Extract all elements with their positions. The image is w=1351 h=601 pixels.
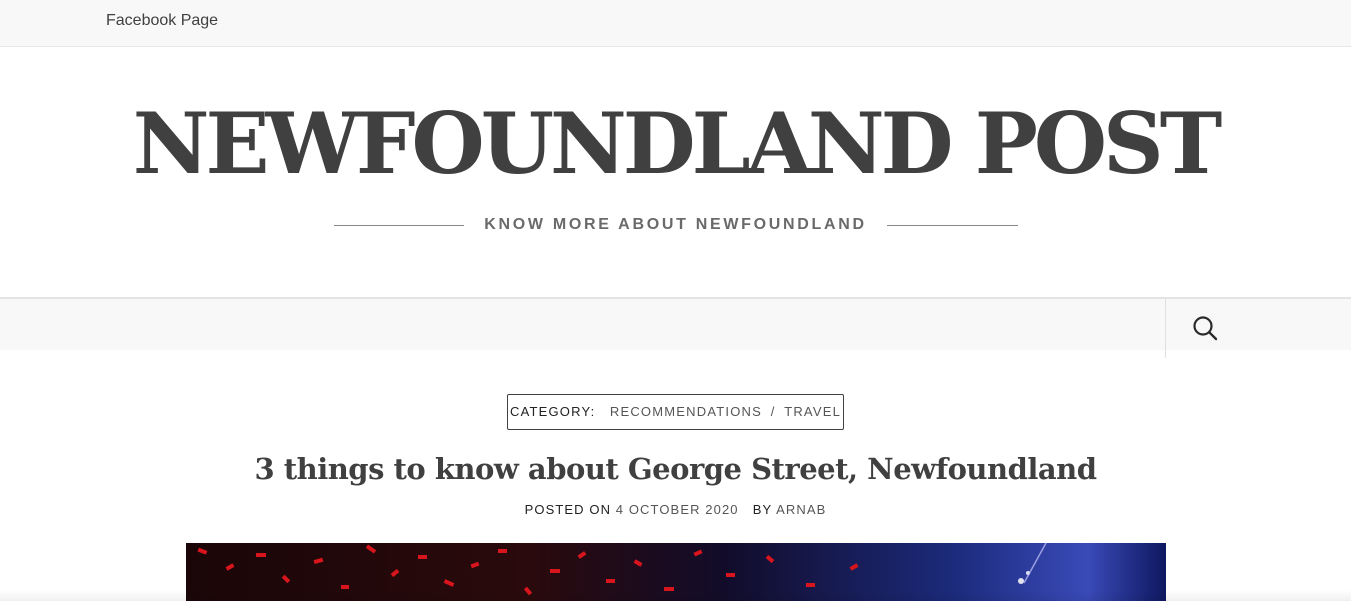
category-box: CATEGORY: RECOMMENDATIONS / TRAVEL	[507, 394, 844, 430]
search-icon	[1193, 316, 1218, 341]
featured-image[interactable]	[186, 543, 1166, 601]
posted-on-label: POSTED ON	[524, 502, 612, 517]
nav-divider	[1165, 298, 1166, 358]
post-meta: POSTED ON 4 OCTOBER 2020 BY ARNAB	[0, 502, 1351, 517]
search-button[interactable]	[1190, 313, 1220, 343]
featured-image-confetti	[197, 543, 1047, 596]
by-label: BY	[752, 502, 773, 517]
site-tagline: KNOW MORE ABOUT NEWFOUNDLAND	[484, 216, 867, 233]
main-navigation-bar	[0, 297, 1351, 350]
category-separator: /	[770, 404, 776, 419]
facebook-page-link[interactable]: Facebook Page	[106, 12, 218, 30]
tagline-divider-left	[334, 225, 464, 226]
post-date-link[interactable]: 4 OCTOBER 2020	[616, 502, 739, 517]
tagline-row: KNOW MORE ABOUT NEWFOUNDLAND	[0, 214, 1351, 238]
category-link-recommendations[interactable]: RECOMMENDATIONS	[610, 404, 762, 419]
author-link[interactable]: ARNAB	[776, 502, 826, 517]
category-link-travel[interactable]: TRAVEL	[784, 404, 841, 419]
site-title[interactable]: NEWFOUNDLAND POST	[0, 88, 1351, 200]
category-label: CATEGORY:	[509, 404, 596, 419]
top-bar: Facebook Page	[0, 0, 1351, 47]
tagline-divider-right	[887, 225, 1018, 226]
post-title[interactable]: 3 things to know about George Street, Ne…	[0, 452, 1351, 486]
